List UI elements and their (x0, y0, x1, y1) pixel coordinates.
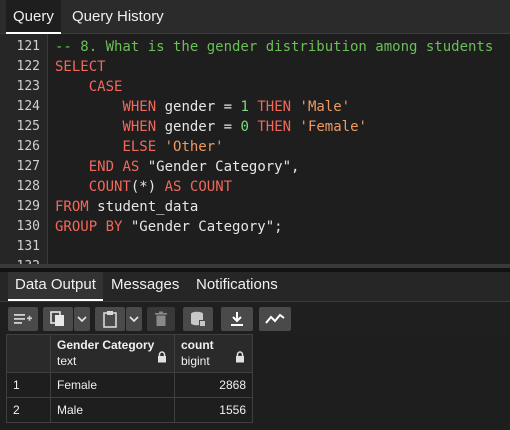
row-number[interactable]: 2 (6, 397, 51, 423)
row-number[interactable]: 1 (6, 372, 51, 398)
count-args: (*) (130, 179, 157, 195)
query-tool-tabs: Query Query History (0, 0, 510, 34)
tab-data-output[interactable]: Data Output (8, 272, 103, 301)
group-by-target: "Gender Category"; (130, 219, 283, 235)
keyword-case: CASE (88, 79, 123, 95)
keyword-when: WHEN (122, 99, 157, 115)
line-number: 127 (16, 159, 40, 174)
paste-icon (103, 311, 117, 328)
code-line-case: CASE (55, 77, 123, 97)
trash-icon (155, 311, 167, 326)
paste-button[interactable] (95, 307, 125, 331)
line-number: 130 (16, 219, 40, 234)
table-header-row: Gender Category text count bigint (6, 334, 253, 373)
line-number: 124 (16, 99, 40, 114)
keyword-then: THEN (257, 119, 292, 135)
result-table: Gender Category text count bigint 1 Fema… (6, 334, 253, 423)
code-line-from: FROM student_data (55, 197, 198, 217)
table-name: student_data (97, 199, 199, 215)
copy-options-dropdown[interactable] (74, 307, 90, 331)
code-line-select: SELECT (55, 57, 106, 77)
code-line-count: COUNT(*) AS COUNT (55, 177, 232, 197)
line-number: 126 (16, 139, 40, 154)
keyword-count: COUNT (88, 179, 131, 195)
chevron-down-icon (77, 316, 87, 323)
chevron-down-icon (129, 316, 139, 323)
keyword-end: END (88, 159, 115, 175)
table-row[interactable]: 1 Female 2868 (6, 372, 253, 398)
data-output-toolbar (0, 302, 510, 334)
line-number: 123 (16, 79, 40, 94)
paste-options-dropdown[interactable] (126, 307, 142, 331)
alias-gender-category: "Gender Category", (147, 159, 300, 175)
result-grid: Gender Category text count bigint 1 Fema… (0, 334, 510, 430)
string-literal: 'Male' (299, 99, 351, 115)
lock-icon (236, 351, 244, 363)
keyword-from: FROM (55, 199, 89, 215)
keyword-else: ELSE (122, 139, 157, 155)
column-header-gender-category[interactable]: Gender Category text (50, 334, 175, 373)
line-number: 131 (16, 239, 40, 254)
string-literal: 'Other' (164, 139, 224, 155)
keyword-when: WHEN (122, 119, 157, 135)
database-save-icon (191, 311, 206, 327)
code-line-group-by: GROUP BY "Gender Category"; (55, 217, 283, 237)
copy-icon (50, 311, 64, 326)
cell-count[interactable]: 1556 (174, 397, 253, 423)
alias-count: COUNT (189, 179, 233, 195)
line-number-gutter: 121 122 123 124 125 126 127 128 129 130 … (0, 34, 48, 268)
identifier-gender: gender (164, 99, 216, 115)
line-number: 129 (16, 199, 40, 214)
column-type: text (57, 354, 77, 368)
graph-visualiser-button[interactable] (259, 307, 291, 331)
tab-messages[interactable]: Messages (104, 272, 186, 301)
add-row-button[interactable] (8, 307, 38, 331)
lock-icon (158, 351, 166, 363)
cell-count[interactable]: 2868 (174, 372, 253, 398)
number-literal: 1 (240, 99, 249, 115)
keyword-as: AS (164, 179, 182, 195)
copy-button[interactable] (43, 307, 73, 331)
sql-comment: -- 8. What is the gender distribution am… (55, 39, 494, 55)
line-number: 121 (16, 39, 40, 54)
line-number: 125 (16, 119, 40, 134)
column-header-count[interactable]: count bigint (174, 334, 253, 373)
string-literal: 'Female' (299, 119, 367, 135)
keyword-as: AS (122, 159, 140, 175)
keyword-group-by: GROUP BY (55, 219, 123, 235)
column-name: Gender Category (57, 338, 155, 352)
tab-query-history[interactable]: Query History (65, 0, 171, 34)
column-name: count (181, 338, 214, 352)
operator-equals: = (223, 99, 233, 115)
line-number: 128 (16, 179, 40, 194)
code-line-else: ELSE 'Other' (55, 137, 224, 157)
code-line-when-female: WHEN gender = 0 THEN 'Female' (55, 117, 367, 137)
cell-gender-category[interactable]: Male (50, 397, 175, 423)
cell-gender-category[interactable]: Female (50, 372, 175, 398)
code-line-comment: -- 8. What is the gender distribution am… (55, 37, 493, 57)
line-chart-icon (265, 313, 285, 324)
download-icon (231, 312, 243, 326)
save-data-button[interactable] (183, 307, 213, 331)
delete-row-button[interactable] (147, 307, 175, 331)
line-number: 122 (16, 59, 40, 74)
table-row[interactable]: 2 Male 1556 (6, 397, 253, 423)
keyword-then: THEN (257, 99, 292, 115)
row-number-header[interactable] (6, 334, 51, 373)
code-line-end-as: END AS "Gender Category", (55, 157, 300, 177)
identifier-gender: gender (164, 119, 216, 135)
keyword-select: SELECT (55, 59, 106, 75)
output-tabs: Data Output Messages Notifications (0, 272, 510, 302)
tab-notifications[interactable]: Notifications (189, 272, 285, 301)
download-button[interactable] (221, 307, 253, 331)
sql-editor[interactable]: 121 122 123 124 125 126 127 128 129 130 … (0, 34, 510, 268)
tab-query[interactable]: Query (6, 0, 61, 34)
operator-equals: = (223, 119, 233, 135)
add-row-icon (14, 314, 32, 324)
number-literal: 0 (240, 119, 249, 135)
code-line-when-male: WHEN gender = 1 THEN 'Male' (55, 97, 350, 117)
